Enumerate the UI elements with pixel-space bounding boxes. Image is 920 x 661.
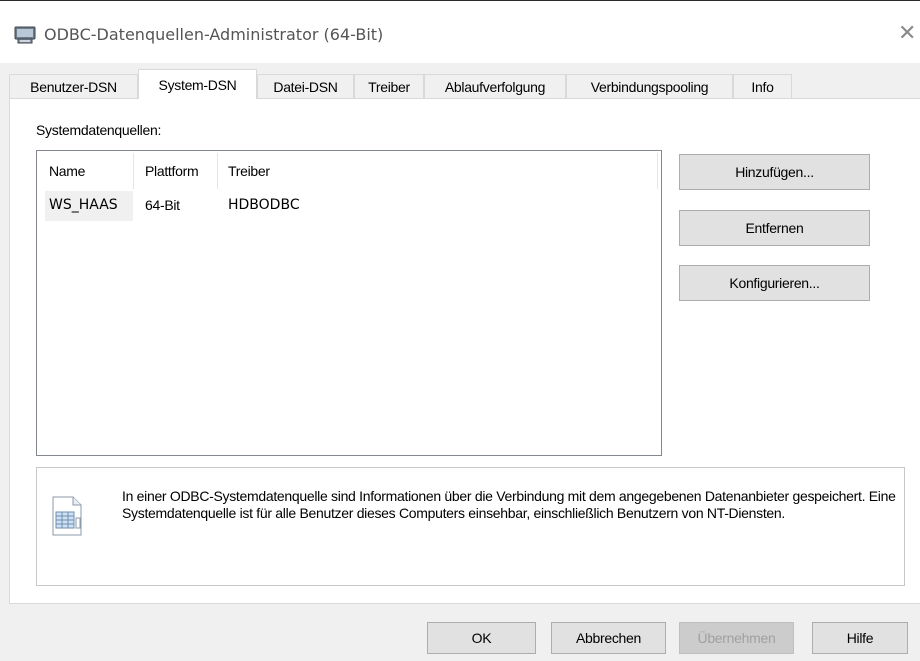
remove-button[interactable]: Entfernen bbox=[679, 210, 870, 246]
cell-name[interactable]: WS_HAAS bbox=[49, 197, 118, 213]
info-box: In einer ODBC-Systemdatenquelle sind Inf… bbox=[36, 467, 905, 586]
tab-treiber[interactable]: Treiber bbox=[354, 74, 424, 98]
cell-platform[interactable]: 64-Bit bbox=[145, 197, 180, 213]
column-header-platform[interactable]: Plattform bbox=[145, 163, 199, 191]
column-header-name[interactable]: Name bbox=[49, 163, 85, 191]
tab-ablaufverfolgung[interactable]: Ablaufverfolgung bbox=[424, 74, 566, 98]
tab-verbindungspooling[interactable]: Verbindungspooling bbox=[566, 74, 733, 98]
configure-button[interactable]: Konfigurieren... bbox=[679, 265, 870, 301]
apply-button[interactable]: Übernehmen bbox=[679, 622, 794, 654]
tab-system-dsn[interactable]: System-DSN bbox=[138, 69, 257, 99]
cell-driver[interactable]: HDBODBC bbox=[228, 197, 300, 213]
tab-benutzer-dsn[interactable]: Benutzer-DSN bbox=[9, 74, 138, 98]
window-title: ODBC-Datenquellen-Administrator (64-Bit) bbox=[44, 25, 384, 44]
tab-info[interactable]: Info bbox=[733, 74, 792, 98]
odbc-admin-icon bbox=[14, 26, 36, 44]
column-divider[interactable] bbox=[657, 153, 658, 189]
ok-button[interactable]: OK bbox=[427, 622, 536, 654]
column-divider[interactable] bbox=[217, 153, 218, 189]
add-button[interactable]: Hinzufügen... bbox=[679, 154, 870, 190]
cancel-button[interactable]: Abbrechen bbox=[551, 622, 666, 654]
help-button[interactable]: Hilfe bbox=[812, 622, 908, 654]
close-icon[interactable]: ✕ bbox=[898, 21, 916, 46]
datasource-list[interactable]: Name Plattform Treiber WS_HAAS 64-Bit HD… bbox=[36, 150, 662, 456]
info-text: In einer ODBC-Systemdatenquelle sind Inf… bbox=[122, 488, 896, 521]
datasource-info-icon bbox=[52, 496, 82, 536]
column-divider[interactable] bbox=[133, 153, 134, 189]
section-label: Systemdatenquellen: bbox=[36, 122, 162, 138]
title-bar: ODBC-Datenquellen-Administrator (64-Bit)… bbox=[0, 0, 920, 63]
tab-datei-dsn[interactable]: Datei-DSN bbox=[257, 74, 354, 98]
column-header-driver[interactable]: Treiber bbox=[228, 163, 270, 191]
